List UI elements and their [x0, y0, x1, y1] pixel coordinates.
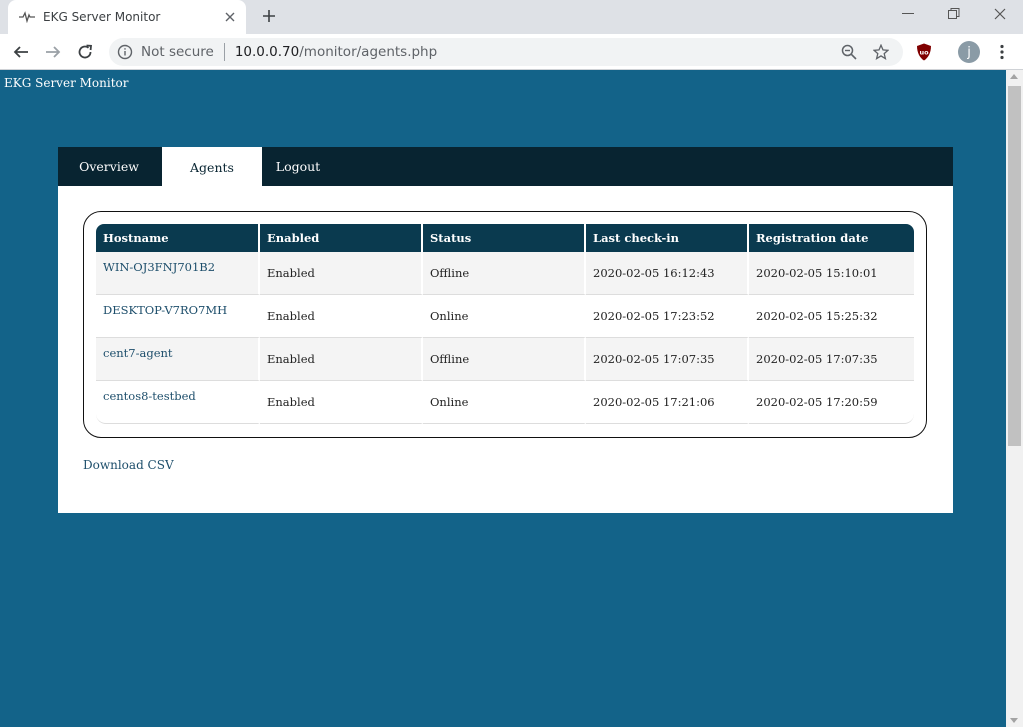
address-bar[interactable]: Not secure 10.0.0.70/monitor/agents.php	[109, 38, 903, 66]
minimize-icon[interactable]	[896, 4, 920, 24]
status-cell: Online	[423, 381, 586, 424]
forward-arrow-icon[interactable]	[40, 39, 66, 65]
col-last-checkin: Last check-in	[586, 224, 749, 252]
hostname-link[interactable]: cent7-agent	[103, 346, 173, 360]
url-text[interactable]: 10.0.0.70/monitor/agents.php	[235, 44, 437, 60]
table-row: centos8-testbed Enabled Online 2020-02-0…	[96, 381, 914, 424]
hostname-link[interactable]: centos8-testbed	[103, 389, 196, 403]
info-icon[interactable]	[117, 44, 133, 60]
registration-date-cell: 2020-02-05 15:25:32	[749, 295, 914, 338]
browser-toolbar: Not secure 10.0.0.70/monitor/agents.php …	[0, 34, 1023, 70]
col-hostname: Hostname	[96, 224, 260, 252]
col-enabled: Enabled	[260, 224, 423, 252]
table-row: WIN-OJ3FNJ701B2 Enabled Offline 2020-02-…	[96, 252, 914, 295]
back-arrow-icon[interactable]	[8, 39, 34, 65]
nav-agents[interactable]: Agents	[162, 147, 262, 187]
page-scrollbar[interactable]	[1006, 70, 1023, 727]
table-row: DESKTOP-V7RO7MH Enabled Online 2020-02-0…	[96, 295, 914, 338]
kebab-menu-icon[interactable]	[992, 42, 1012, 62]
close-tab-icon[interactable]	[221, 8, 239, 26]
status-cell: Online	[423, 295, 586, 338]
site-title: EKG Server Monitor	[4, 76, 129, 90]
hostname-link[interactable]: DESKTOP-V7RO7MH	[103, 303, 227, 317]
nav-logout[interactable]: Logout	[262, 147, 334, 186]
bookmark-star-icon[interactable]	[871, 42, 891, 62]
tab-strip: EKG Server Monitor	[0, 0, 1023, 34]
nav-overview[interactable]: Overview	[58, 147, 160, 186]
last-checkin-cell: 2020-02-05 17:07:35	[586, 338, 749, 381]
hostname-cell: DESKTOP-V7RO7MH	[96, 295, 260, 338]
hostname-cell: cent7-agent	[96, 338, 260, 381]
last-checkin-cell: 2020-02-05 17:21:06	[586, 381, 749, 424]
ublock-extension-icon[interactable]: uo	[914, 42, 934, 62]
col-status: Status	[423, 224, 586, 252]
zoom-icon[interactable]	[839, 42, 859, 62]
heartbeat-icon	[19, 9, 35, 25]
table-row: cent7-agent Enabled Offline 2020-02-05 1…	[96, 338, 914, 381]
last-checkin-cell: 2020-02-05 16:12:43	[586, 252, 749, 295]
not-secure-label[interactable]: Not secure	[141, 44, 214, 60]
browser-tab[interactable]: EKG Server Monitor	[8, 0, 246, 34]
enabled-cell: Enabled	[260, 252, 423, 295]
reload-icon[interactable]	[72, 39, 98, 65]
col-registration-date: Registration date	[749, 224, 914, 252]
enabled-cell: Enabled	[260, 381, 423, 424]
close-window-icon[interactable]	[988, 4, 1012, 24]
agents-table-frame: Hostname Enabled Status Last check-in Re…	[83, 211, 927, 438]
enabled-cell: Enabled	[260, 338, 423, 381]
status-cell: Offline	[423, 338, 586, 381]
tab-title: EKG Server Monitor	[43, 10, 161, 24]
registration-date-cell: 2020-02-05 15:10:01	[749, 252, 914, 295]
content-panel: Overview Agents Logout Hostname Enabled …	[58, 147, 953, 513]
main-nav: Overview Agents Logout	[58, 147, 953, 187]
restore-icon[interactable]	[942, 4, 966, 24]
scroll-down-arrow-icon[interactable]	[1010, 718, 1018, 723]
omnibox-divider	[223, 43, 225, 61]
svg-text:uo: uo	[919, 49, 929, 57]
url-path: /monitor/agents.php	[299, 44, 438, 60]
hostname-cell: centos8-testbed	[96, 381, 260, 424]
scroll-thumb[interactable]	[1008, 86, 1021, 446]
hostname-link[interactable]: WIN-OJ3FNJ701B2	[103, 260, 215, 274]
enabled-cell: Enabled	[260, 295, 423, 338]
last-checkin-cell: 2020-02-05 17:23:52	[586, 295, 749, 338]
agents-table: Hostname Enabled Status Last check-in Re…	[96, 224, 914, 424]
scroll-up-arrow-icon[interactable]	[1010, 74, 1018, 79]
new-tab-icon[interactable]	[258, 5, 280, 27]
url-host: 10.0.0.70	[234, 44, 300, 60]
page-viewport: EKG Server Monitor Overview Agents Logou…	[0, 70, 1006, 727]
profile-avatar[interactable]: j	[958, 41, 980, 63]
download-csv-link[interactable]: Download CSV	[83, 458, 174, 472]
status-cell: Offline	[423, 252, 586, 295]
hostname-cell: WIN-OJ3FNJ701B2	[96, 252, 260, 295]
registration-date-cell: 2020-02-05 17:20:59	[749, 381, 914, 424]
registration-date-cell: 2020-02-05 17:07:35	[749, 338, 914, 381]
table-header-row: Hostname Enabled Status Last check-in Re…	[96, 224, 914, 252]
